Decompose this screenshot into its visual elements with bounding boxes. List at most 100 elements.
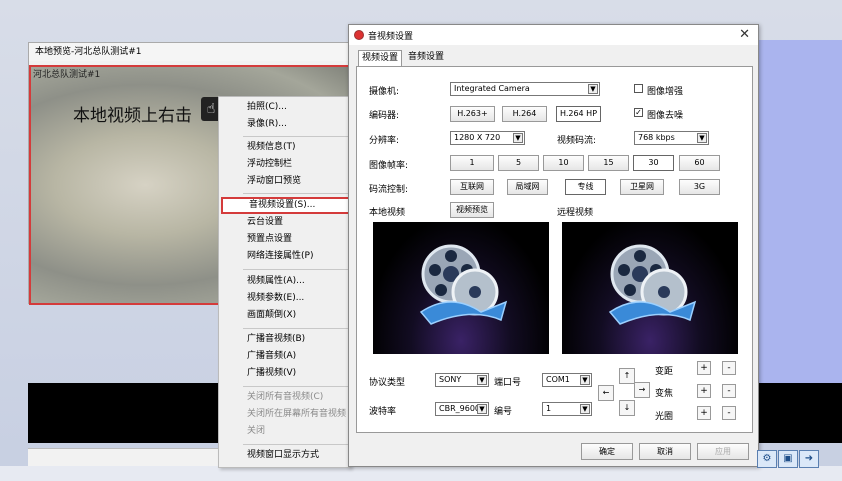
framerate-label: 图像帧率: [369,161,409,171]
tray-tool-icon[interactable]: ⚙ [757,450,777,468]
background-panel [758,40,842,400]
tab-audio-settings[interactable]: 音频设置 [405,50,447,66]
menu-item-preset-settings[interactable]: 预置点设置 [219,231,352,248]
image-enhance-checkbox[interactable] [634,84,643,93]
baud-select[interactable]: CBR_9600 ▼ [435,402,489,416]
menu-separator [243,269,348,270]
focus-plus-button[interactable]: + [697,384,711,398]
menu-item-float-preview[interactable]: 浮动窗口预览 [219,173,352,190]
menu-separator [243,386,348,387]
camera-select[interactable]: Integrated Camera ▼ [450,82,600,96]
menu-item-video-info[interactable]: 视频信息(T) [219,139,352,156]
film-reel-icon [608,244,697,325]
tray-camera-icon[interactable]: ▣ [778,450,798,468]
protocol-value: SONY [439,375,462,384]
av-settings-dialog: 音视频设置 ✕ 视频设置 音频设置 摄像机: Integrated Camera… [348,24,759,467]
framerate-1-button[interactable]: 1 [450,155,494,171]
ok-button[interactable]: 确定 [581,443,633,460]
chevron-down-icon: ▼ [580,375,590,385]
codec-h264hp-button[interactable]: H.264 HP [556,106,601,122]
framerate-60-button[interactable]: 60 [679,155,720,171]
menu-item-float-toolbar[interactable]: 浮动控制栏 [219,156,352,173]
stream-satellite-button[interactable]: 卫星网 [620,179,664,195]
port-select[interactable]: COM1 ▼ [542,373,592,387]
stream-lan-button[interactable]: 局域网 [507,179,548,195]
dialog-title: 音视频设置 [368,32,414,42]
iris-minus-button[interactable]: - [722,406,736,420]
tray-forward-icon[interactable]: ➜ [799,450,819,468]
ptz-down-button[interactable]: ↓ [619,400,635,416]
stream-internet-button[interactable]: 互联网 [450,179,494,195]
ptz-right-button[interactable]: → [634,382,650,398]
menu-item-record[interactable]: 录像(R)... [219,116,352,133]
chevron-down-icon: ▼ [580,404,590,414]
protocol-label: 协议类型 [369,378,406,388]
focus-label: 变焦 [655,389,674,399]
zoom-minus-button[interactable]: - [722,361,736,375]
cancel-button[interactable]: 取消 [639,443,691,460]
resolution-select[interactable]: 1280 X 720 ▼ [450,131,525,145]
number-value: 1 [546,404,552,413]
chevron-down-icon: ▼ [697,133,707,143]
resolution-value: 1280 X 720 [454,133,501,142]
video-bitrate-select[interactable]: 768 kbps ▼ [634,131,709,145]
instruction-overlay: 本地视频上右击 [73,106,192,126]
focus-minus-button[interactable]: - [722,384,736,398]
ptz-left-button[interactable]: ← [598,385,614,401]
camera-value: Integrated Camera [454,84,530,93]
remote-video-label: 远程视频 [557,208,594,218]
menu-separator [243,328,348,329]
protocol-select[interactable]: SONY ▼ [435,373,489,387]
zoom-plus-button[interactable]: + [697,361,711,375]
menu-item-broadcast-video[interactable]: 广播视频(V) [219,365,352,382]
menu-item-ptz-settings[interactable]: 云台设置 [219,214,352,231]
menu-item-video-params[interactable]: 视频参数(E)... [219,290,352,307]
remote-video-box [562,222,738,354]
bottom-bar [0,466,842,481]
image-enhance-label: 图像增强 [647,87,684,97]
menu-item-flip-image[interactable]: 画面颠倒(X) [219,307,352,324]
framerate-15-button[interactable]: 15 [588,155,629,171]
codec-h263-button[interactable]: H.263+ [450,106,495,122]
framerate-30-button[interactable]: 30 [633,155,674,171]
context-menu: 拍照(C)... 录像(R)... 视频信息(T) 浮动控制栏 浮动窗口预览 音… [218,96,352,468]
denoise-checkbox[interactable]: ✓ [634,108,643,117]
camera-label: 摄像机: [369,87,400,97]
resolution-label: 分辨率: [369,136,400,146]
menu-item-av-settings[interactable]: 音视频设置(S)... [221,197,352,214]
local-video-box [373,222,549,354]
apply-button: 应用 [697,443,749,460]
codec-h264-button[interactable]: H.264 [502,106,547,122]
chevron-down-icon: ▼ [513,133,523,143]
menu-item-display-mode[interactable]: 视频窗口显示方式 [219,447,352,464]
baud-value: CBR_9600 [439,404,480,413]
number-label: 编号 [494,407,513,417]
menu-separator [243,136,348,137]
tab-video-settings[interactable]: 视频设置 [358,50,403,66]
menu-item-snapshot[interactable]: 拍照(C)... [219,99,352,116]
framerate-5-button[interactable]: 5 [498,155,539,171]
codec-label: 编码器: [369,111,400,121]
iris-plus-button[interactable]: + [697,406,711,420]
local-video-label: 本地视频 [369,208,406,218]
menu-item-video-props[interactable]: 视频属性(A)... [219,273,352,290]
framerate-10-button[interactable]: 10 [543,155,584,171]
close-icon[interactable]: ✕ [739,27,750,42]
video-preview-button[interactable]: 视频预览 [450,202,494,218]
stream-3g-button[interactable]: 3G [679,179,720,195]
number-select[interactable]: 1 ▼ [542,402,592,416]
stream-dedicated-button[interactable]: 专线 [565,179,606,195]
video-bitrate-label: 视频码流: [557,136,597,146]
port-value: COM1 [546,375,570,384]
dialog-titlebar[interactable]: 音视频设置 ✕ [349,25,758,45]
chevron-down-icon: ▼ [477,404,487,414]
preview-window-title: 本地预览-河北总队测试#1 [29,43,357,61]
ptz-up-button[interactable]: ↑ [619,368,635,384]
video-area-black-right [758,383,842,443]
stream-control-label: 码流控制: [369,185,409,195]
chevron-down-icon: ▼ [477,375,487,385]
menu-item-broadcast-audio[interactable]: 广播音频(A) [219,348,352,365]
menu-item-broadcast-av[interactable]: 广播音视频(B) [219,331,352,348]
menu-separator [243,444,348,445]
menu-item-network-props[interactable]: 网络连接属性(P) [219,248,352,265]
